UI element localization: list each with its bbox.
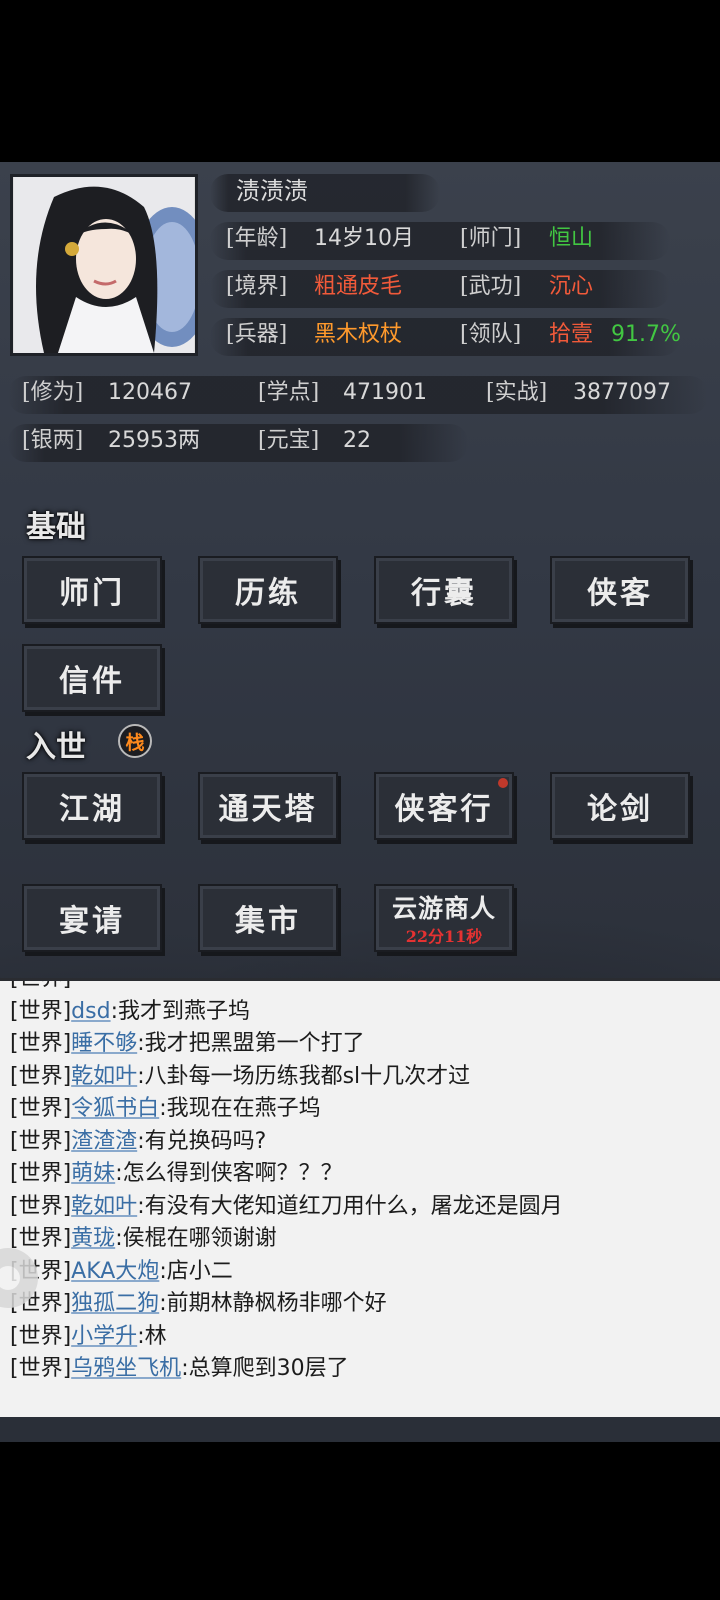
chat-channel: [世界] — [10, 1226, 72, 1251]
points-label: [学点] — [258, 380, 320, 405]
chat-username[interactable]: 渣渣渣 — [71, 1129, 137, 1154]
merchant-timer: 22分11秒 — [405, 927, 483, 946]
tower-button[interactable]: 通天塔 — [198, 772, 338, 840]
chat-row-partial: [世界] — [10, 978, 72, 991]
silver-value: 25953两 — [108, 428, 200, 453]
chat-message: [世界]乾如叶:有没有大佬知道红刀用什么，屠龙还是圆月 — [0, 1191, 720, 1224]
chat-text: :有兑换码吗? — [137, 1128, 267, 1154]
ingot-value: 22 — [343, 428, 371, 453]
chat-username[interactable]: 乾如叶 — [71, 1194, 137, 1219]
skill-label: [武功] — [460, 274, 522, 299]
chat-text: :我现在在燕子坞 — [159, 1096, 321, 1121]
chat-username[interactable]: 黄珑 — [71, 1226, 115, 1251]
silver-label: [银两] — [22, 428, 84, 453]
merchant-button[interactable]: 云游商人 22分11秒 — [374, 884, 514, 952]
chat-text: :侯棍在哪领谢谢 — [115, 1226, 277, 1251]
hero-journey-button[interactable]: 侠客行 — [374, 772, 514, 840]
team-percent: 91.7% — [611, 322, 681, 347]
school-label: [师门] — [460, 226, 522, 251]
chat-message: [世界]dsd:我才到燕子坞 — [0, 996, 720, 1029]
chat-message: [世界]渣渣渣:有兑换码吗? — [0, 1126, 720, 1159]
skill-value[interactable]: 沉心 — [549, 272, 593, 302]
chat-text: :八卦每一场历练我都sl十几次才过 — [137, 1063, 471, 1089]
realm-value: 粗通皮毛 — [314, 274, 403, 299]
points-value: 471901 — [343, 380, 427, 405]
chat-channel: [世界] — [10, 1323, 72, 1349]
chat-channel: [世界] — [10, 1128, 72, 1154]
age-label: [年龄] — [226, 226, 288, 251]
ingot-label: [元宝] — [258, 428, 320, 453]
chat-text: :怎么得到侠客啊？？？ — [115, 1161, 343, 1186]
weapon-label: [兵器] — [226, 322, 288, 347]
combat-label: [实战] — [486, 380, 548, 405]
chat-username[interactable]: AKA大炮 — [71, 1259, 159, 1284]
merchant-label: 云游商人 — [391, 894, 496, 923]
notification-dot — [498, 778, 508, 788]
world-chat-panel[interactable]: [世界] [世界]dsd:我才到燕子坞 [世界]睡不够:我才把黑盟第一个打了 [世界… — [0, 978, 720, 1417]
character-portrait[interactable] — [10, 174, 198, 356]
portrait-image — [14, 177, 195, 353]
chat-message: [世界]AKA大炮:店小二 — [0, 1256, 720, 1289]
chat-username[interactable]: 乌鸦坐飞机 — [71, 1356, 181, 1381]
chat-username[interactable]: 令狐书白 — [71, 1096, 159, 1121]
cultivation-label: [修为] — [22, 380, 84, 405]
chat-channel: [世界] — [10, 1096, 72, 1121]
chat-message: [世界]睡不够:我才把黑盟第一个打了 — [0, 1028, 720, 1061]
chat-username[interactable]: 独孤二狗 — [71, 1291, 159, 1316]
team-label: [领队] — [460, 322, 522, 347]
chat-channel: [世界] — [10, 998, 72, 1024]
player-name: 渍渍渍 — [236, 177, 308, 205]
realm-label: [境界] — [226, 274, 288, 299]
section-world-title: 入世 — [26, 730, 86, 765]
chat-text: :林 — [137, 1323, 167, 1349]
chat-username[interactable]: dsd — [71, 999, 110, 1024]
chat-message: [世界]黄珑:侯棍在哪领谢谢 — [0, 1223, 720, 1256]
combat-value: 3877097 — [573, 380, 671, 405]
chat-channel: [世界] — [10, 1063, 72, 1089]
chat-username[interactable]: 乾如叶 — [71, 1064, 137, 1089]
market-button[interactable]: 集市 — [198, 884, 338, 952]
chat-message: [世界]小学升:林 — [0, 1321, 720, 1354]
chat-text: :我才到燕子坞 — [110, 998, 250, 1024]
chat-channel: [世界] — [10, 1193, 72, 1219]
chat-username[interactable]: 小学升 — [71, 1324, 137, 1349]
team-value[interactable]: 拾壹 — [549, 320, 593, 350]
cultivation-value: 120467 — [108, 380, 192, 405]
school-button[interactable]: 师门 — [22, 556, 162, 624]
section-basic-title: 基础 — [26, 510, 86, 545]
age-value: 14岁10月 — [314, 226, 414, 251]
chat-text: :前期林静枫杨非哪个好 — [159, 1291, 387, 1316]
chat-text: :有没有大佬知道红刀用什么，屠龙还是圆月 — [137, 1193, 563, 1219]
jianghu-button[interactable]: 江湖 — [22, 772, 162, 840]
chat-text: :总算爬到30层了 — [181, 1356, 349, 1381]
school-value[interactable]: 恒山 — [549, 224, 593, 254]
chat-channel: [世界] — [10, 1161, 72, 1186]
inventory-button[interactable]: 行囊 — [374, 556, 514, 624]
chat-message: [世界]令狐书白:我现在在燕子坞 — [0, 1093, 720, 1126]
chat-channel: [世界] — [10, 1356, 72, 1381]
heroes-button[interactable]: 侠客 — [550, 556, 690, 624]
mail-button[interactable]: 信件 — [22, 644, 162, 712]
sword-duel-button[interactable]: 论剑 — [550, 772, 690, 840]
weapon-value[interactable]: 黑木权杖 — [314, 320, 402, 350]
chat-message: [世界]乌鸦坐飞机:总算爬到30层了 — [0, 1353, 720, 1386]
inn-badge-icon[interactable]: 栈 — [118, 724, 152, 758]
training-button[interactable]: 历练 — [198, 556, 338, 624]
chat-text: :我才把黑盟第一个打了 — [137, 1031, 365, 1056]
chat-username[interactable]: 萌妹 — [71, 1161, 115, 1186]
banquet-button[interactable]: 宴请 — [22, 884, 162, 952]
chat-message: [世界]独孤二狗:前期林静枫杨非哪个好 — [0, 1288, 720, 1321]
chat-message: [世界]乾如叶:八卦每一场历练我都sl十几次才过 — [0, 1061, 720, 1094]
chat-message: [世界]萌妹:怎么得到侠客啊？？？ — [0, 1158, 720, 1191]
chat-username[interactable]: 睡不够 — [71, 1031, 137, 1056]
chat-channel: [世界] — [10, 1031, 72, 1056]
chat-text: :店小二 — [159, 1258, 233, 1284]
